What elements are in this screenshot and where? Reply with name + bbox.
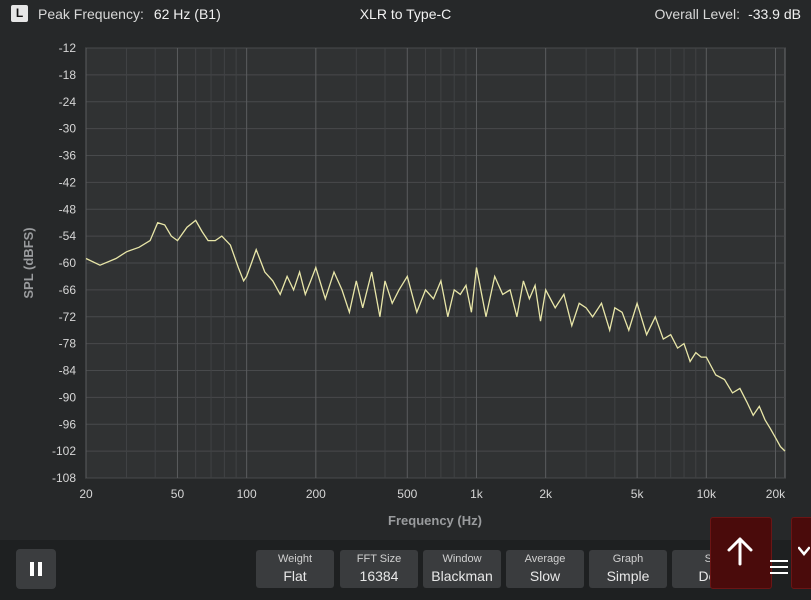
- y-tick-label: -96: [59, 417, 77, 431]
- scroll-up-button[interactable]: [710, 517, 772, 589]
- chevron-down-icon: [798, 546, 810, 556]
- x-tick-label: 50: [171, 487, 185, 501]
- x-tick-label: 5k: [631, 487, 645, 501]
- overall-level-label: Overall Level:: [654, 6, 741, 22]
- x-tick-labels: 20 50 100 200 500 1k 2k 5k 10k 20k: [79, 487, 786, 501]
- spectrum-chart[interactable]: -12 -18 -24 -30 -36 -42 -48 -54 -60 -66 -72 -78 -84 -…: [0, 28, 811, 540]
- y-tick-label: -24: [59, 95, 77, 109]
- y-tick-label: -42: [59, 175, 77, 189]
- weight-value: Flat: [283, 568, 307, 584]
- y-tick-label: -102: [52, 444, 76, 458]
- overall-level: Overall Level: -33.9 dB: [654, 6, 801, 22]
- header-bar: L Peak Frequency: 62 Hz (B1) XLR to Type-…: [0, 0, 811, 28]
- menu-icon[interactable]: [770, 560, 788, 578]
- y-tick-labels: -12 -18 -24 -30 -36 -42 -48 -54 -60 -66 -72 -78 -84 -…: [52, 41, 76, 485]
- y-tick-label: -54: [59, 229, 77, 243]
- x-tick-label: 20: [79, 487, 93, 501]
- y-tick-label: -60: [59, 256, 77, 270]
- y-tick-label: -108: [52, 471, 76, 485]
- x-tick-label: 200: [306, 487, 326, 501]
- y-tick-label: -90: [59, 390, 77, 404]
- y-tick-label: -12: [59, 41, 77, 55]
- scroll-down-button[interactable]: [791, 517, 811, 589]
- pause-icon: [30, 562, 34, 576]
- fft-size-button[interactable]: FFT Size 16384: [340, 550, 418, 588]
- y-tick-label: -84: [59, 364, 77, 378]
- window-value: Blackman: [431, 568, 493, 584]
- x-tick-label: 2k: [539, 487, 553, 501]
- x-tick-label: 20k: [766, 487, 786, 501]
- overall-level-value: -33.9 dB: [748, 6, 801, 22]
- x-tick-label: 500: [397, 487, 417, 501]
- y-axis-label: SPL (dBFS): [21, 227, 36, 298]
- graph-button[interactable]: Graph Simple: [589, 550, 667, 588]
- arrow-up-icon: [727, 537, 753, 566]
- y-tick-label: -18: [59, 68, 77, 82]
- y-tick-label: -36: [59, 149, 77, 163]
- average-button[interactable]: Average Slow: [506, 550, 584, 588]
- graph-value: Simple: [606, 568, 650, 584]
- window-label: Window: [442, 553, 482, 565]
- y-tick-label: -72: [59, 310, 77, 324]
- y-tick-label: -30: [59, 122, 77, 136]
- average-value: Slow: [529, 568, 561, 584]
- pause-button[interactable]: [16, 549, 56, 589]
- x-tick-label: 1k: [470, 487, 484, 501]
- y-tick-label: -66: [59, 283, 77, 297]
- x-tick-label: 100: [237, 487, 257, 501]
- x-tick-label: 10k: [697, 487, 717, 501]
- average-label: Average: [524, 553, 566, 565]
- window-button[interactable]: Window Blackman: [423, 550, 501, 588]
- fft-size-value: 16384: [359, 568, 399, 584]
- app-window: L Peak Frequency: 62 Hz (B1) XLR to Type-…: [0, 0, 811, 600]
- pause-icon-bar: [38, 562, 42, 576]
- y-tick-label: -48: [59, 202, 77, 216]
- y-tick-label: -78: [59, 337, 77, 351]
- x-axis-label: Frequency (Hz): [388, 513, 482, 528]
- weight-label: Weight: [277, 553, 313, 565]
- fft-size-label: FFT Size: [356, 553, 402, 565]
- graph-label: Graph: [612, 553, 644, 565]
- weight-button[interactable]: Weight Flat: [256, 550, 334, 588]
